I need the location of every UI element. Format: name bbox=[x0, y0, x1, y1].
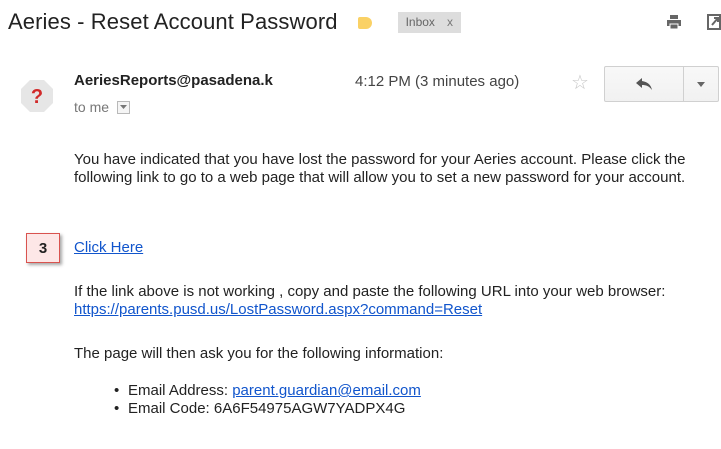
sender-avatar[interactable]: ? bbox=[20, 79, 54, 113]
chevron-down-icon bbox=[120, 104, 128, 109]
step-number-badge: 3 bbox=[26, 233, 60, 263]
important-label-icon[interactable] bbox=[357, 17, 372, 29]
inbox-label-text: Inbox bbox=[405, 14, 435, 29]
remove-label-icon[interactable]: x bbox=[447, 15, 453, 29]
inbox-label-chip[interactable]: Inbox x bbox=[397, 11, 461, 33]
email-address-label: Email Address: bbox=[128, 382, 233, 399]
email-timestamp: 4:12 PM (3 minutes ago) bbox=[355, 73, 520, 90]
reply-arrow-icon bbox=[636, 78, 652, 90]
body-paragraph-info: The page will then ask you for the follo… bbox=[74, 345, 444, 362]
list-item: Email Address: parent.guardian@email.com bbox=[114, 382, 421, 400]
email-code-value: 6A6F54975AGW7YADPX4G bbox=[213, 400, 406, 417]
reply-button[interactable] bbox=[605, 67, 684, 101]
recipient-row: to me bbox=[74, 99, 131, 115]
list-item: Email Code: 6A6F54975AGW7YADPX4G bbox=[114, 400, 421, 418]
new-window-icon[interactable] bbox=[707, 14, 721, 30]
email-subject: Aeries - Reset Account Password bbox=[8, 9, 338, 34]
chevron-down-icon bbox=[697, 81, 705, 87]
body-paragraph-url: If the link above is not working , copy … bbox=[74, 283, 714, 319]
email-view: Aeries - Reset Account Password Inbox x … bbox=[0, 0, 721, 449]
recipient-details-dropdown[interactable] bbox=[117, 100, 131, 114]
url-instructions: If the link above is not working , copy … bbox=[74, 283, 666, 300]
info-list: Email Address: parent.guardian@email.com… bbox=[114, 382, 421, 418]
reset-url-link[interactable]: https://parents.pusd.us/LostPassword.asp… bbox=[74, 301, 482, 318]
print-icon[interactable] bbox=[666, 14, 682, 30]
reset-password-link[interactable]: Click Here bbox=[74, 239, 143, 256]
email-address-link[interactable]: parent.guardian@email.com bbox=[232, 382, 421, 399]
star-outline-icon[interactable]: ☆ bbox=[571, 70, 589, 95]
question-mark-avatar-icon: ? bbox=[21, 80, 53, 112]
more-actions-button[interactable] bbox=[684, 67, 718, 101]
sender-address[interactable]: AeriesReports@pasadena.k bbox=[74, 72, 273, 89]
email-code-label: Email Code: bbox=[128, 400, 214, 417]
body-paragraph-intro: You have indicated that you have lost th… bbox=[74, 151, 686, 186]
reply-button-group bbox=[604, 66, 719, 102]
svg-text:?: ? bbox=[31, 86, 43, 108]
subject-row: Aeries - Reset Account Password Inbox x bbox=[8, 6, 461, 38]
recipient-label: to me bbox=[74, 99, 110, 115]
